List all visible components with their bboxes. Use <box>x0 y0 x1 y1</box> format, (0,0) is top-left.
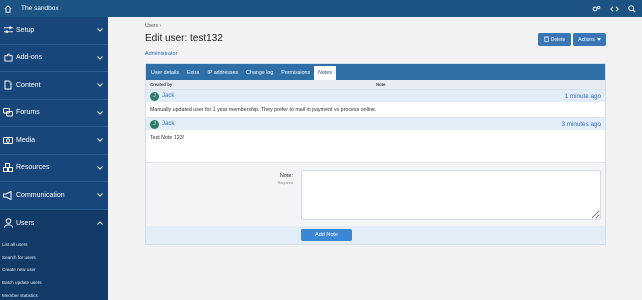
subnav-search-users[interactable]: Search for users <box>0 252 108 265</box>
top-bar: The sandbox <box>0 0 642 17</box>
note-text: Test Note 123! <box>150 134 185 141</box>
tab-extra[interactable]: Extra <box>183 66 203 80</box>
main-content: Users › Edit user: test132 Administrator… <box>108 17 642 300</box>
tab-bar: User details Extra IP addresses Change l… <box>146 64 605 80</box>
caret-down-icon <box>596 37 601 43</box>
sidebar-item-label: Setup <box>16 26 35 34</box>
required-hint: Required <box>277 181 293 185</box>
camera-icon <box>3 135 13 145</box>
subnav-create-user[interactable]: Create new user <box>0 264 108 277</box>
note-header: J Jack 3 minutes ago <box>146 117 605 130</box>
user-role[interactable]: Administrator <box>145 51 177 57</box>
note-timestamp: 3 minutes ago <box>561 120 601 128</box>
chevron-right-icon: › <box>159 23 162 29</box>
sidebar-item-content[interactable]: Content <box>0 72 108 100</box>
form-submit-row: Add Note <box>146 226 605 244</box>
note-label: Note: <box>279 173 293 179</box>
sidebar-item-label: Communication <box>16 191 65 199</box>
chevron-down-icon <box>95 138 105 142</box>
chevron-down-icon <box>95 165 105 170</box>
note-author[interactable]: Jack <box>162 121 561 127</box>
chevron-down-icon <box>95 28 105 32</box>
subnav-member-statistics[interactable]: Member statistics <box>0 290 108 300</box>
sidebar-item-label: Resources <box>16 164 50 172</box>
notes-table-header: Created by Note <box>146 80 605 89</box>
search-icon[interactable] <box>628 4 636 13</box>
chevron-down-icon <box>95 55 105 60</box>
sidebar-item-users[interactable]: Users <box>0 209 108 237</box>
sidebar-item-setup[interactable]: Setup <box>0 17 108 45</box>
column-note: Note <box>376 82 386 87</box>
tab-user-details[interactable]: User details <box>147 66 183 80</box>
code-icon[interactable] <box>610 5 619 13</box>
note-item: J Jack 3 minutes ago Test Note 123! <box>146 117 605 145</box>
file-icon <box>3 80 13 90</box>
breadcrumb-users[interactable]: Users <box>145 23 158 29</box>
avatar[interactable]: J <box>150 91 159 101</box>
user-panel: User details Extra IP addresses Change l… <box>145 63 606 245</box>
tab-permissions[interactable]: Permissions <box>277 66 314 80</box>
sidebar-item-label: Media <box>16 136 36 144</box>
note-textarea[interactable] <box>301 170 601 220</box>
chevron-down-icon <box>95 110 105 115</box>
note-timestamp: 1 minute ago <box>564 92 601 100</box>
avatar[interactable]: J <box>150 119 159 129</box>
note-item: J Jack 1 minute ago Manually updated use… <box>146 89 605 117</box>
chevron-down-icon <box>95 83 105 87</box>
delete-label: Delete <box>550 36 566 43</box>
sidebar-item-label: Add-ons <box>16 54 43 62</box>
add-note-form: Note: Required <box>146 162 605 226</box>
sliders-icon <box>3 25 13 35</box>
page-title: Edit user: test132 <box>145 33 223 44</box>
note-header: J Jack 1 minute ago <box>146 89 605 102</box>
delete-button[interactable]: Delete <box>538 33 571 46</box>
sidebar-item-resources[interactable]: Resources <box>0 155 108 182</box>
note-author[interactable]: Jack <box>162 93 565 99</box>
comments-icon <box>3 108 13 118</box>
chevron-up-icon <box>95 221 105 226</box>
column-created-by: Created by <box>150 82 173 87</box>
sidebar-item-label: Content <box>16 81 41 89</box>
actions-label: Actions <box>578 36 595 43</box>
note-field-label: Note: Required <box>146 163 296 226</box>
sidebar-item-media[interactable]: Media <box>0 127 108 155</box>
cogs-icon[interactable] <box>592 5 601 13</box>
user-icon <box>3 218 13 228</box>
sidebar-item-forums[interactable]: Forums <box>0 100 108 127</box>
sidebar-item-addons[interactable]: Add-ons <box>0 45 108 72</box>
subnav-list-all-users[interactable]: List all users <box>0 239 108 252</box>
trash-icon <box>544 36 549 44</box>
add-note-button[interactable]: Add Note <box>301 229 352 241</box>
breadcrumb[interactable]: Users › <box>145 23 161 29</box>
actions-button[interactable]: Actions <box>573 33 606 46</box>
tab-notes[interactable]: Notes <box>314 66 336 80</box>
subnav-batch-update[interactable]: Batch update users <box>0 277 108 290</box>
sidebar: Setup Add-ons Content Forums Media Resou… <box>0 17 108 300</box>
cubes-icon <box>3 163 13 173</box>
site-name[interactable]: The sandbox <box>21 5 59 12</box>
puzzle-icon <box>3 53 13 63</box>
chevron-down-icon <box>95 193 105 197</box>
home-icon[interactable] <box>1 0 15 17</box>
bullhorn-icon <box>3 190 13 200</box>
sidebar-item-communication[interactable]: Communication <box>0 182 108 210</box>
tab-change-log[interactable]: Change log <box>242 66 277 80</box>
users-subnav: List all users Search for users Create n… <box>0 237 108 300</box>
tab-ip-addresses[interactable]: IP addresses <box>203 66 242 80</box>
sidebar-item-label: Forums <box>16 109 40 117</box>
note-text: Manually updated user for 1 year members… <box>150 106 377 113</box>
sidebar-item-label: Users <box>16 219 35 227</box>
